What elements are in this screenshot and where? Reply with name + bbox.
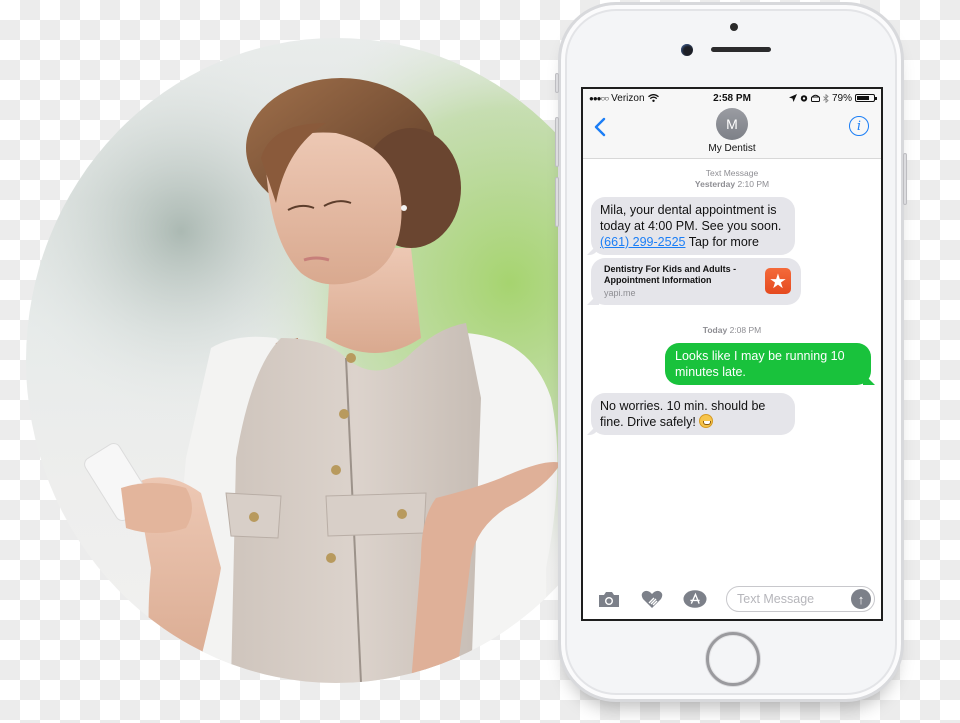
message-text: No worries. 10 min. should be fine. Driv… xyxy=(600,399,766,429)
messages-screen: ●●●○○ Verizon 2:58 PM 79% M My Dentist i… xyxy=(581,87,883,621)
earpiece-speaker xyxy=(711,47,771,52)
compose-bar: ↑ xyxy=(583,579,881,619)
status-time: 2:58 PM xyxy=(713,92,751,104)
timestamp-yesterday: Text Message Yesterday 2:10 PM xyxy=(591,159,873,190)
bluetooth-icon xyxy=(823,93,829,103)
lifestyle-photo xyxy=(26,38,646,683)
volume-down-button xyxy=(555,177,559,227)
conversation-header: M My Dentist i xyxy=(583,107,881,159)
contact-name[interactable]: My Dentist xyxy=(583,143,881,154)
timestamp-day: Yesterday xyxy=(694,179,736,189)
phone-number-link[interactable]: (661) 299-2525 xyxy=(600,235,685,249)
arrow-up-icon[interactable]: ↑ xyxy=(851,589,871,609)
wifi-icon xyxy=(647,94,659,102)
earring xyxy=(401,205,407,211)
tty-icon xyxy=(810,94,820,102)
info-circle-icon[interactable]: i xyxy=(849,116,869,136)
timestamp-today: Today 2:08 PM xyxy=(591,325,873,336)
contact-avatar[interactable]: M xyxy=(716,108,748,140)
front-camera xyxy=(681,44,693,56)
iphone-mockup: ●●●○○ Verizon 2:58 PM 79% M My Dentist i… xyxy=(555,2,907,702)
app-store-icon[interactable] xyxy=(683,589,707,609)
home-button[interactable] xyxy=(706,632,760,686)
vest-pocket-right xyxy=(325,492,427,537)
carrier-name: Verizon xyxy=(611,92,645,104)
timestamp-day: Today xyxy=(702,325,728,335)
battery-percent: 79% xyxy=(831,92,852,104)
message-input-field[interactable]: ↑ xyxy=(726,586,875,612)
message-input[interactable] xyxy=(737,592,847,606)
power-button xyxy=(903,153,907,205)
incoming-message-reply[interactable]: No worries. 10 min. should be fine. Driv… xyxy=(591,393,795,435)
battery-icon xyxy=(855,94,877,102)
chevron-left-icon[interactable] xyxy=(591,115,611,139)
incoming-message-appointment[interactable]: Mila, your dental appointment is today a… xyxy=(591,197,795,255)
battery-level xyxy=(857,96,870,100)
proximity-sensor xyxy=(730,23,738,31)
left-hand xyxy=(121,483,192,533)
volume-up-button xyxy=(555,117,559,167)
vest-button xyxy=(397,509,407,519)
link-preview-domain: yapi.me xyxy=(604,288,636,298)
link-preview-card[interactable]: Dentistry For Kids and Adults - Appointm… xyxy=(591,258,801,305)
status-bar: ●●●○○ Verizon 2:58 PM 79% xyxy=(583,89,881,107)
location-arrow-icon xyxy=(788,94,797,102)
vest-button xyxy=(249,512,259,522)
timestamp-time: 2:10 PM xyxy=(737,179,770,189)
message-text: Mila, your dental appointment is today a… xyxy=(600,203,782,233)
vest-button xyxy=(331,465,341,475)
vest-button xyxy=(326,553,336,563)
vest-button xyxy=(346,353,356,363)
grinning-face-emoji xyxy=(699,414,714,428)
alarm-icon xyxy=(800,95,808,102)
vest-button xyxy=(339,409,349,419)
timestamp-time: 2:08 PM xyxy=(729,325,762,335)
star-icon: ★ xyxy=(765,268,791,294)
link-preview-title: Dentistry For Kids and Adults - Appointm… xyxy=(604,264,737,285)
message-thread: Text Message Yesterday 2:10 PM Mila, you… xyxy=(583,159,881,581)
outgoing-message-running-late[interactable]: Looks like I may be running 10 minutes l… xyxy=(665,343,871,385)
service-label: Text Message xyxy=(705,168,759,178)
message-text: Looks like I may be running 10 minutes l… xyxy=(675,349,845,379)
signal-strength: ●●●○○ xyxy=(589,93,609,103)
camera-icon[interactable] xyxy=(597,589,621,609)
photo-illustration xyxy=(26,38,646,683)
heart-hand-icon[interactable] xyxy=(640,589,664,609)
message-text: Tap for more xyxy=(685,235,759,249)
mute-switch xyxy=(555,73,559,93)
